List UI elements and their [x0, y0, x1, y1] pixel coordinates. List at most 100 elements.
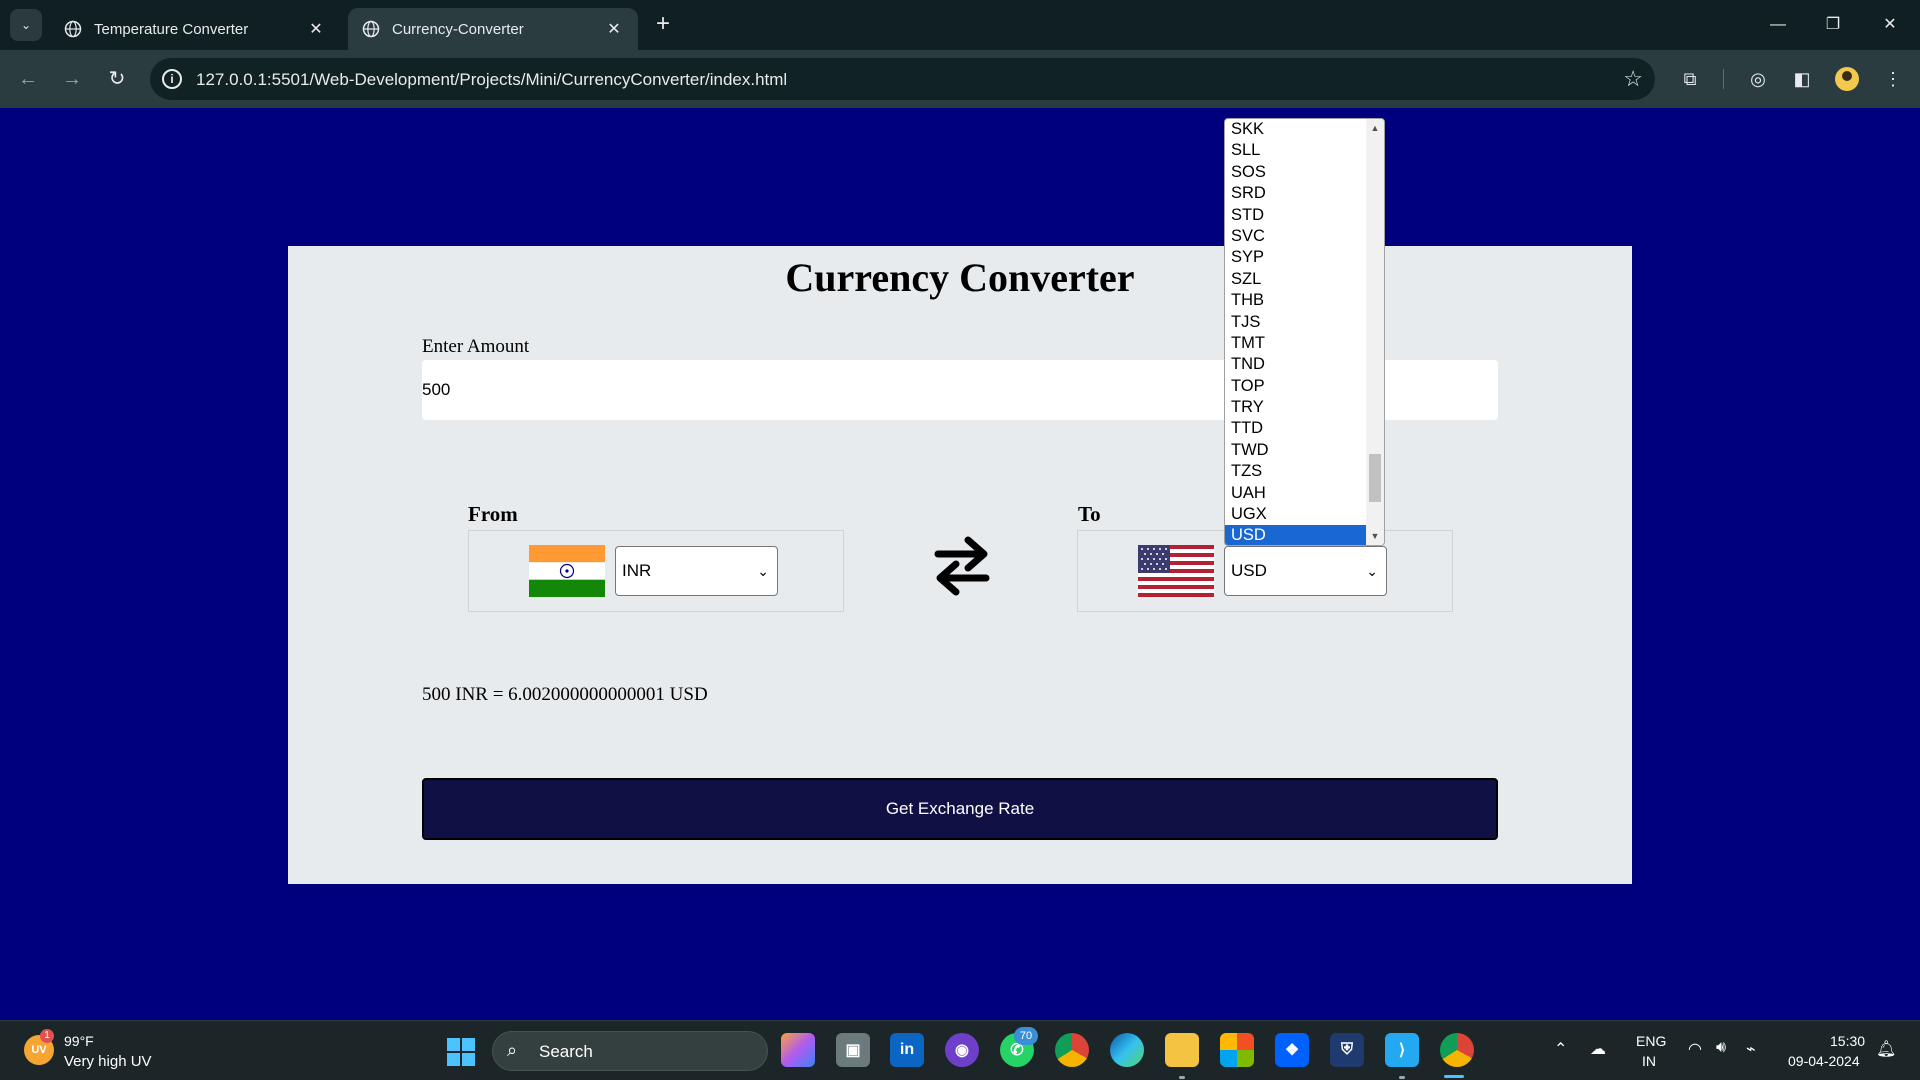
address-bar[interactable]: i 127.0.0.1:5501/Web-Development/Project… — [150, 58, 1655, 100]
clock-date[interactable]: 09-04-2024 — [1788, 1053, 1860, 1069]
from-currency-select[interactable]: INR ⌄ — [615, 546, 778, 596]
copilot-app-icon[interactable] — [781, 1033, 815, 1067]
globe-icon — [362, 20, 380, 38]
scroll-down-arrow-icon[interactable]: ▼ — [1370, 531, 1380, 541]
listbox-option[interactable]: STD — [1225, 205, 1366, 226]
weather-badge: 1 — [40, 1029, 54, 1043]
toolbar-divider — [1723, 69, 1724, 89]
tab-temperature-converter[interactable]: Temperature Converter ✕ — [50, 8, 340, 50]
github-app-icon[interactable]: ◉ — [945, 1033, 979, 1067]
listbox-option[interactable]: TJS — [1225, 312, 1366, 333]
listbox-option[interactable]: TND — [1225, 354, 1366, 375]
from-currency-value: INR — [622, 561, 652, 580]
notification-bell-icon[interactable]: 🔔︎ — [1876, 1039, 1896, 1059]
listbox-option[interactable]: TWD — [1225, 440, 1366, 461]
security-app-icon[interactable]: ⛨ — [1330, 1033, 1364, 1067]
page-title: Currency Converter — [785, 255, 1135, 300]
listbox-option[interactable]: SKK — [1225, 119, 1366, 140]
reload-icon[interactable]: ↻ — [103, 65, 131, 93]
side-panel-icon[interactable]: ◧ — [1788, 65, 1816, 93]
converter-card: Currency Converter Enter Amount 500 From… — [288, 246, 1632, 884]
to-currency-select[interactable]: USD ⌄ — [1224, 546, 1387, 596]
battery-charging-icon[interactable]: ⌁ — [1746, 1039, 1756, 1059]
tab-currency-converter[interactable]: Currency-Converter ✕ — [348, 8, 638, 50]
forward-arrow-icon[interactable]: → — [58, 65, 86, 93]
bookmark-star-icon[interactable]: ☆ — [1623, 66, 1643, 92]
to-currency-value: USD — [1231, 561, 1267, 580]
listbox-option[interactable]: THB — [1225, 290, 1366, 311]
swap-arrows-icon[interactable] — [932, 534, 992, 598]
weather-description[interactable]: Very high UV — [64, 1053, 152, 1070]
tab-bar: ⌄ Temperature Converter ✕ Currency-Conve… — [0, 0, 1920, 50]
search-icon: ⌕ — [507, 1040, 518, 1060]
language-indicator[interactable]: ENG — [1636, 1033, 1666, 1049]
wifi-icon[interactable]: ◠ — [1688, 1039, 1702, 1059]
menu-kebab-icon[interactable]: ⋮ — [1879, 65, 1907, 93]
listbox-option[interactable]: SZL — [1225, 269, 1366, 290]
listbox-option[interactable]: SYP — [1225, 247, 1366, 268]
amount-value: 500 — [422, 380, 451, 399]
listbox-option[interactable]: TMT — [1225, 333, 1366, 354]
show-hidden-icons-chevron-icon[interactable]: ⌃ — [1554, 1039, 1567, 1059]
listbox-option[interactable]: TZS — [1225, 461, 1366, 482]
get-exchange-rate-button[interactable]: Get Exchange Rate — [422, 778, 1498, 840]
listbox-option[interactable]: UAH — [1225, 483, 1366, 504]
microsoft-store-icon[interactable] — [1220, 1033, 1254, 1067]
taskbar-search[interactable]: ⌕ Search — [492, 1031, 768, 1071]
listbox-option[interactable]: SVC — [1225, 226, 1366, 247]
conversion-result: 500 INR = 6.002000000000001 USD — [422, 684, 708, 705]
close-tab-icon[interactable]: ✕ — [306, 19, 326, 39]
region-indicator[interactable]: IN — [1642, 1053, 1656, 1069]
from-label: From — [468, 502, 518, 526]
minimize-button[interactable]: — — [1758, 10, 1798, 40]
url-text[interactable]: 127.0.0.1:5501/Web-Development/Projects/… — [196, 70, 787, 90]
listbox-option[interactable]: SLL — [1225, 140, 1366, 161]
listbox-option[interactable]: TOP — [1225, 376, 1366, 397]
volume-icon[interactable]: 🔊︎ — [1716, 1039, 1726, 1057]
scroll-up-arrow-icon[interactable]: ▲ — [1370, 123, 1380, 133]
dropbox-app-icon[interactable]: ❖ — [1275, 1033, 1309, 1067]
extensions-puzzle-icon[interactable]: ⧉ — [1676, 65, 1704, 93]
back-arrow-icon[interactable]: ← — [14, 65, 42, 93]
site-info-icon[interactable]: i — [162, 69, 182, 89]
listbox-option[interactable]: TRY — [1225, 397, 1366, 418]
onedrive-cloud-icon[interactable]: ☁ — [1590, 1039, 1606, 1059]
weather-temperature[interactable]: 99°F — [64, 1033, 94, 1049]
windows-start-icon[interactable] — [447, 1038, 475, 1066]
listbox-option[interactable]: SOS — [1225, 162, 1366, 183]
restore-button[interactable]: ❐ — [1813, 10, 1853, 40]
chevron-down-icon: ⌄ — [757, 563, 769, 579]
whatsapp-badge: 70 — [1014, 1027, 1038, 1045]
file-explorer-icon[interactable] — [1165, 1033, 1199, 1067]
performance-icon[interactable]: ◎ — [1744, 65, 1772, 93]
task-view-icon[interactable]: ▣ — [836, 1033, 870, 1067]
running-indicator — [1179, 1076, 1185, 1079]
listbox-scrollbar[interactable]: ▲ ▼ — [1366, 119, 1384, 545]
vscode-app-icon[interactable]: ⟩ — [1385, 1033, 1419, 1067]
close-tab-icon[interactable]: ✕ — [604, 19, 624, 39]
clock-time[interactable]: 15:30 — [1830, 1033, 1865, 1049]
active-app-indicator — [1444, 1075, 1464, 1078]
tab-title: Currency-Converter — [392, 20, 524, 38]
listbox-option[interactable]: TTD — [1225, 418, 1366, 439]
chrome-dev-app-icon[interactable] — [1440, 1033, 1474, 1067]
india-flag-icon — [529, 545, 605, 597]
search-label: Search — [539, 1042, 593, 1061]
listbox-option[interactable]: SRD — [1225, 183, 1366, 204]
close-window-button[interactable]: ✕ — [1870, 10, 1910, 40]
tab-title: Temperature Converter — [94, 20, 249, 38]
globe-icon — [64, 20, 82, 38]
edge-app-icon[interactable] — [1110, 1033, 1144, 1067]
listbox-option[interactable]: UGX — [1225, 504, 1366, 525]
to-label: To — [1078, 502, 1101, 526]
to-currency-listbox[interactable]: SKK SLL SOS SRD STD SVC SYP SZL THB TJS TMT TND TOP T… — [1224, 118, 1385, 546]
profile-avatar[interactable] — [1835, 67, 1859, 91]
running-indicator — [1399, 1076, 1405, 1079]
chrome-app-icon[interactable] — [1055, 1033, 1089, 1067]
tab-search-chevron-icon[interactable]: ⌄ — [10, 9, 42, 41]
browser-toolbar: ← → ↻ i 127.0.0.1:5501/Web-Development/P… — [0, 50, 1920, 108]
scrollbar-thumb[interactable] — [1369, 454, 1381, 502]
listbox-option[interactable]: USD — [1225, 525, 1366, 545]
new-tab-button[interactable]: + — [650, 12, 676, 38]
linkedin-app-icon[interactable]: in — [890, 1033, 924, 1067]
